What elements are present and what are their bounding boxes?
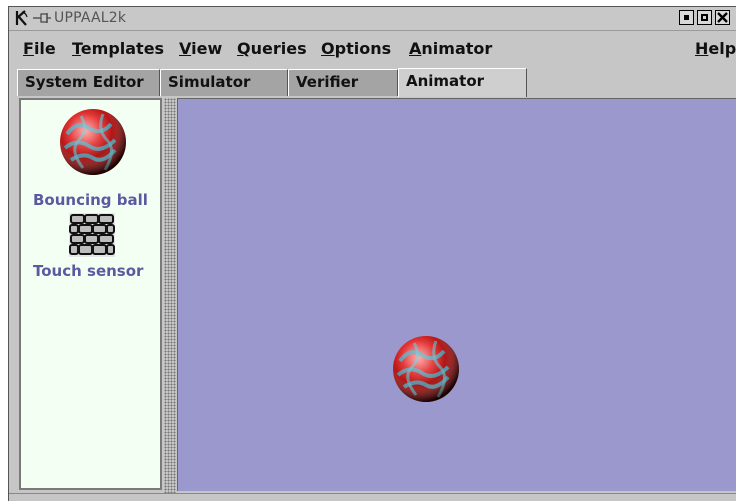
uppaal-window: UPPAAL2k File Templates View Queries Opt… [8,6,736,501]
tab-animator[interactable]: Animator [398,68,527,97]
minimize-icon [684,15,689,20]
menu-file-mnemonic: F [23,39,34,58]
maximize-icon [701,14,708,21]
menu-queries-mnemonic: Q [237,39,251,58]
library-item-label: Touch sensor [33,262,144,280]
menu-templates-label: emplates [80,39,165,58]
pin-icon[interactable] [32,12,52,24]
menu-help-mnemonic: H [695,39,709,58]
panel-splitter[interactable] [164,98,176,493]
animation-canvas[interactable] [177,98,736,491]
maximize-button[interactable] [697,10,712,25]
menu-queries-label: ueries [250,39,307,58]
menu-templates-mnemonic: T [72,39,81,58]
window-title: UPPAAL2k [54,10,127,26]
minimize-button[interactable] [679,10,694,25]
tab-verifier-label: Verifier [296,73,359,91]
library-item-label: Bouncing ball [33,191,148,209]
close-button[interactable] [715,10,730,25]
menu-templates[interactable]: Templates [72,39,164,58]
menu-view-label: iew [191,39,223,58]
menu-file-label: ile [33,39,56,58]
title-bar[interactable]: UPPAAL2k [9,7,736,31]
menu-view-mnemonic: V [179,39,192,58]
menu-view[interactable]: View [179,39,222,58]
ball-icon[interactable] [392,335,460,403]
menu-animator-label: nimator [421,39,493,58]
close-icon [717,12,728,23]
ball-icon[interactable] [59,108,127,176]
object-library-panel: Bouncing ball Touch sensor [19,98,162,490]
menu-options[interactable]: Options [321,39,391,58]
kde-logo-icon[interactable] [14,9,30,27]
status-bar [9,493,736,501]
menu-queries[interactable]: Queries [237,39,307,58]
tab-verifier[interactable]: Verifier [288,69,398,96]
tab-system-editor[interactable]: System Editor [17,69,160,96]
menu-bar: File Templates View Queries Options Anim… [9,31,736,66]
menu-animator[interactable]: Animator [409,39,492,58]
menu-help-label: elp [708,39,736,58]
brick-wall-icon[interactable] [69,213,115,257]
tab-bar: System Editor Simulator Verifier Animato… [9,68,736,97]
menu-file[interactable]: File [23,39,56,58]
menu-options-label: ptions [334,39,392,58]
menu-help[interactable]: Help [695,39,736,58]
menu-options-mnemonic: O [321,39,335,58]
menu-animator-mnemonic: A [409,39,422,58]
tab-simulator-label: Simulator [168,73,251,91]
tab-system-editor-label: System Editor [25,73,144,91]
tab-simulator[interactable]: Simulator [160,69,288,96]
tab-animator-label: Animator [406,72,485,90]
